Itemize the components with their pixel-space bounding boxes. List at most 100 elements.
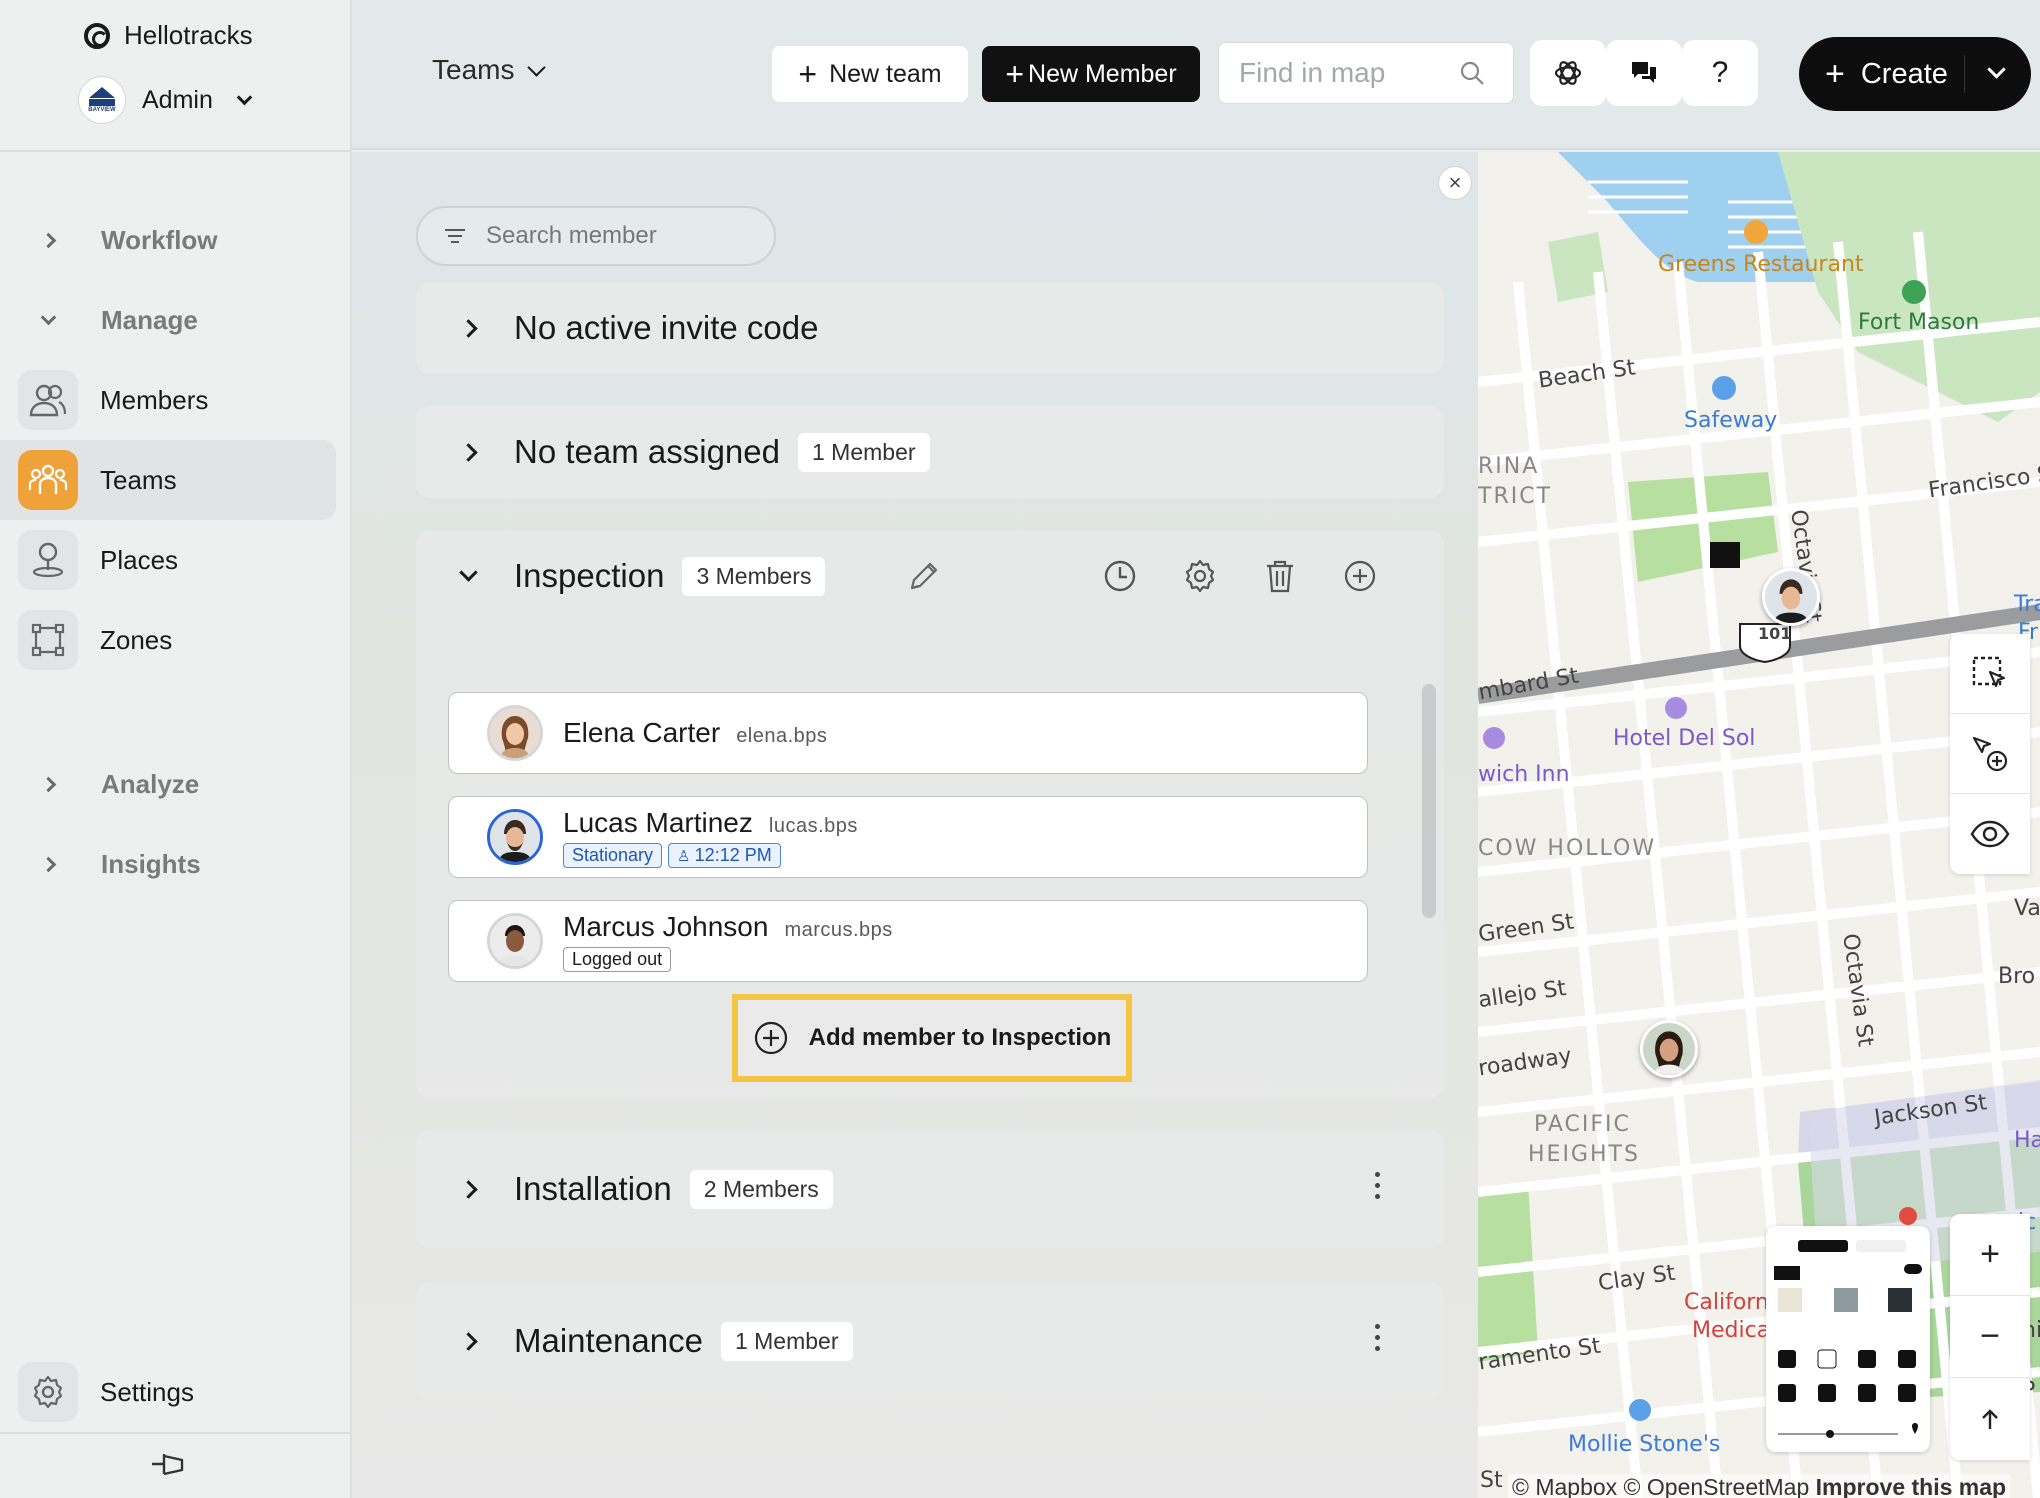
- new-team-button[interactable]: + New team: [772, 46, 968, 102]
- nav-section-workflow[interactable]: Workflow: [36, 210, 218, 270]
- nav-section-label: Manage: [101, 304, 198, 335]
- search-member-field[interactable]: [416, 206, 776, 266]
- create-button[interactable]: + Create: [1799, 37, 2031, 111]
- reset-north-button[interactable]: [1950, 1378, 2030, 1460]
- more-options-icon[interactable]: [1375, 1324, 1380, 1351]
- lasso-select-icon[interactable]: [1950, 634, 2030, 714]
- chevron-right-icon: [458, 1179, 478, 1199]
- delete-trash-icon[interactable]: [1260, 556, 1300, 596]
- sidebar-item-label: Members: [100, 384, 209, 415]
- group-installation[interactable]: Installation 2 Members: [416, 1130, 1444, 1248]
- highway-shield-label: 101: [1758, 624, 1792, 643]
- team-settings-gear-icon[interactable]: [1180, 556, 1220, 596]
- brand-name: Hellotracks: [124, 20, 253, 50]
- group-no-invite-code[interactable]: No active invite code: [416, 282, 1444, 374]
- add-circle-icon: [754, 1021, 787, 1055]
- plus-icon: +: [798, 56, 818, 92]
- map-label: RINA: [1478, 454, 1540, 479]
- sidebar-item-settings[interactable]: Settings: [0, 1362, 336, 1422]
- chevron-right-icon: [40, 776, 56, 792]
- sidebar-item-label: Settings: [100, 1376, 194, 1407]
- sidebar-item-members[interactable]: Members: [0, 360, 336, 440]
- pin-sidebar-icon[interactable]: [150, 1450, 190, 1485]
- sidebar: Hellotracks BAYVIEW Admin Workflow Manag…: [0, 0, 352, 1498]
- map-attribution[interactable]: © Mapbox © OpenStreetMap Improve this ma…: [1508, 1474, 2011, 1498]
- chat-button[interactable]: [1606, 40, 1682, 106]
- members-icon: [18, 370, 78, 430]
- sidebar-item-places[interactable]: Places: [0, 520, 336, 600]
- nav-section-label: Insights: [101, 848, 201, 879]
- chevron-right-icon: [40, 232, 56, 248]
- search-member-input[interactable]: [486, 222, 746, 250]
- edit-team-name-icon[interactable]: [906, 558, 942, 599]
- member-count-badge: 1 Member: [797, 432, 930, 472]
- member-username: elena.bps: [736, 725, 828, 747]
- zoom-controls: + −: [1950, 1214, 2030, 1460]
- add-member-button[interactable]: Add member to Inspection: [732, 994, 1132, 1082]
- help-icon: ?: [1711, 56, 1729, 89]
- map-label: Tra: [2014, 592, 2040, 617]
- map-label: TRICT: [1478, 484, 1553, 509]
- zoom-out-button[interactable]: −: [1950, 1296, 2030, 1378]
- nav-section-label: Workflow: [101, 224, 218, 255]
- find-in-map-field[interactable]: [1218, 42, 1514, 104]
- org-name: Admin: [142, 85, 213, 114]
- help-button[interactable]: ?: [1682, 40, 1758, 106]
- group-title: Inspection: [514, 557, 665, 594]
- map-label: Bro: [1998, 964, 2036, 989]
- close-panel-button[interactable]: ×: [1438, 166, 1472, 200]
- nav-section-label: Analyze: [101, 768, 200, 799]
- chevron-right-icon: [458, 442, 478, 462]
- find-in-map-input[interactable]: [1239, 57, 1459, 89]
- close-icon: ×: [1448, 170, 1462, 195]
- member-count-badge: 1 Member: [720, 1321, 853, 1361]
- zoom-in-button[interactable]: +: [1950, 1214, 2030, 1296]
- history-clock-icon[interactable]: [1100, 556, 1140, 596]
- member-name: Lucas Martinez: [563, 806, 753, 838]
- sidebar-item-label: Zones: [100, 624, 173, 655]
- add-waypoint-icon[interactable]: [1950, 714, 2030, 794]
- more-options-icon[interactable]: [1375, 1172, 1380, 1199]
- nav-section-insights[interactable]: Insights: [36, 834, 201, 894]
- member-username: lucas.bps: [768, 814, 858, 837]
- group-maintenance[interactable]: Maintenance 1 Member: [416, 1282, 1444, 1400]
- map-layers-preview-icon: [1774, 1240, 1922, 1438]
- map-member-marker[interactable]: [1640, 1020, 1698, 1078]
- map-label: Hotel Del Sol: [1613, 726, 1756, 751]
- add-member-label: Add member to Inspection: [808, 1024, 1112, 1051]
- map-label: Fort Mason: [1858, 310, 1980, 335]
- visibility-eye-icon[interactable]: [1950, 794, 2030, 874]
- map-member-marker[interactable]: [1762, 568, 1820, 626]
- button-label: Create: [1860, 57, 1948, 90]
- member-list-scrollbar[interactable]: [1422, 684, 1436, 918]
- minus-icon: −: [1980, 1317, 2000, 1355]
- org-switcher[interactable]: BAYVIEW Admin: [78, 76, 253, 124]
- sidebar-item-teams[interactable]: Teams: [0, 440, 336, 520]
- avatar: [487, 913, 543, 969]
- member-card[interactable]: Lucas Martinez lucas.bps Stationary ♙ 12:…: [448, 796, 1368, 878]
- avatar: [487, 809, 543, 865]
- nav-section-analyze[interactable]: Analyze: [36, 754, 199, 814]
- group-no-team[interactable]: No team assigned 1 Member: [416, 406, 1444, 498]
- member-name: Elena Carter: [563, 717, 721, 748]
- ai-assistant-button[interactable]: [1530, 40, 1606, 106]
- chevron-down-icon: [458, 562, 478, 582]
- view-dropdown[interactable]: Teams: [432, 54, 547, 86]
- new-member-button[interactable]: + New Member: [982, 46, 1200, 102]
- chevron-down-icon: [236, 89, 253, 105]
- map-label: COW HOLLOW: [1478, 836, 1657, 861]
- add-circle-icon[interactable]: [1340, 556, 1380, 596]
- plus-icon: +: [1005, 56, 1025, 92]
- map-layers-card[interactable]: [1766, 1226, 1930, 1452]
- improve-map-link[interactable]: Improve this map: [1816, 1474, 2006, 1498]
- nav-section-manage[interactable]: Manage: [36, 290, 198, 350]
- group-title: No active invite code: [514, 309, 819, 346]
- sidebar-item-zones[interactable]: Zones: [0, 600, 336, 680]
- map-label: PACIFIC: [1534, 1112, 1631, 1137]
- button-label: New Member: [1028, 59, 1177, 88]
- member-card[interactable]: Marcus Johnson marcus.bps Logged out: [448, 900, 1368, 982]
- avatar: [487, 705, 543, 761]
- member-card[interactable]: Elena Carter elena.bps: [448, 692, 1368, 774]
- map-label: Greens Restaurant: [1658, 252, 1864, 277]
- sidebar-item-label: Places: [100, 544, 179, 575]
